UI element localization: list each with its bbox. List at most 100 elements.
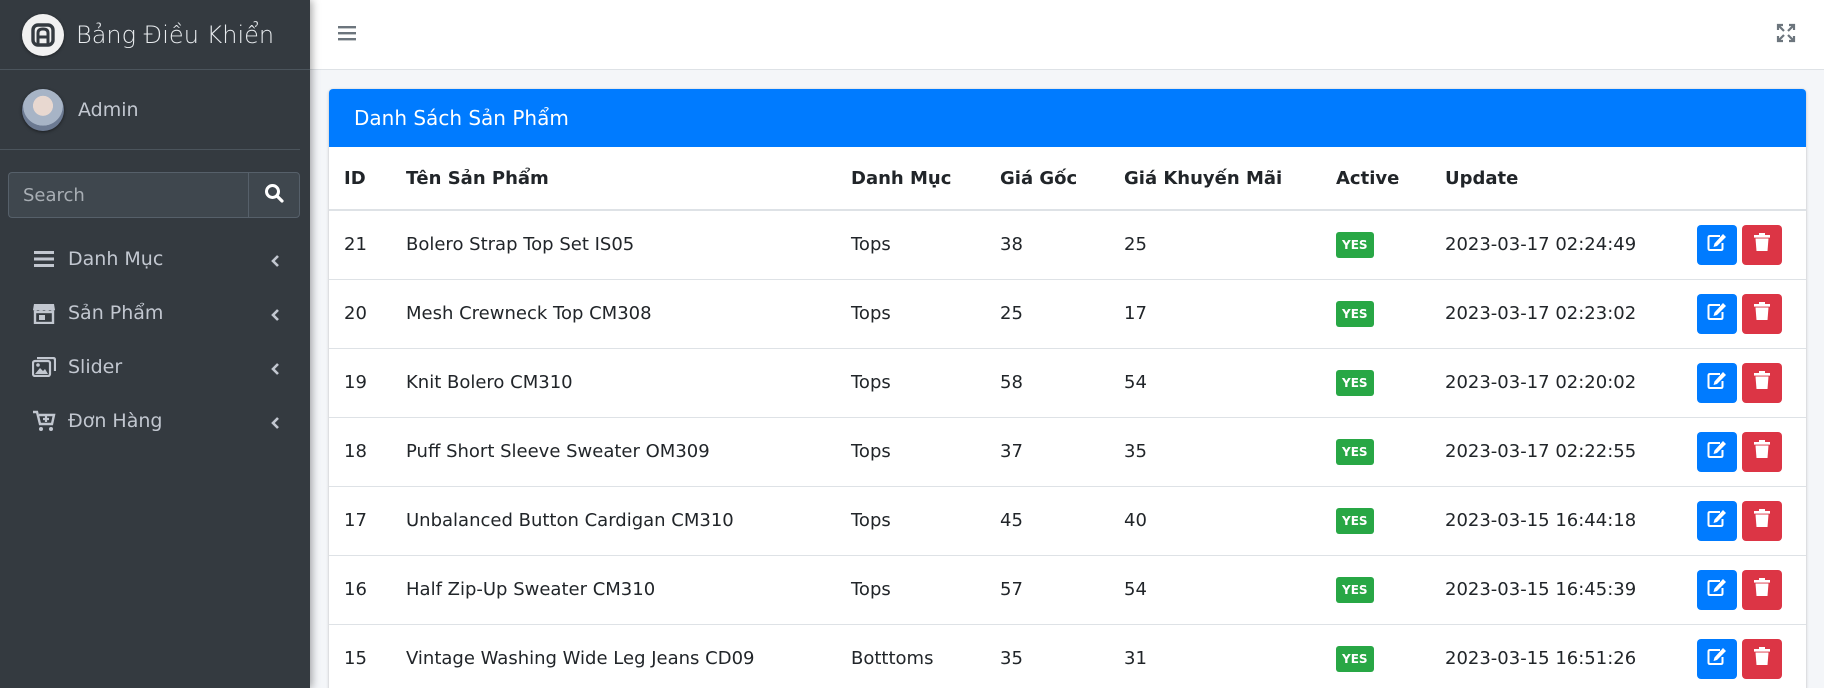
cell-updated: 2023-03-15 16:51:26: [1430, 623, 1682, 688]
delete-button[interactable]: [1742, 431, 1782, 472]
cell-active: YES: [1321, 554, 1430, 624]
status-badge: YES: [1336, 369, 1374, 396]
user-panel[interactable]: Admin: [0, 70, 300, 150]
edit-icon: [1707, 233, 1727, 256]
cell-updated: 2023-03-17 02:22:55: [1430, 416, 1682, 486]
edit-icon: [1707, 371, 1727, 394]
cell-updated: 2023-03-17 02:24:49: [1430, 209, 1682, 279]
sidebar: Bảng Điều Khiển Admin Danh Mục Sản Phẩm: [0, 0, 310, 688]
sidebar-item-label: Slider: [68, 356, 123, 378]
edit-button[interactable]: [1697, 500, 1737, 541]
cell-sale-price: 17: [1109, 278, 1321, 348]
edit-button[interactable]: [1697, 431, 1737, 472]
column-header-update: Update: [1430, 147, 1682, 211]
avatar: [22, 88, 64, 131]
cell-sale-price: 31: [1109, 623, 1321, 688]
column-header-category: Danh Mục: [836, 147, 985, 211]
search-button[interactable]: [248, 172, 300, 218]
chevron-left-icon: [270, 305, 280, 327]
chevron-left-icon: [270, 359, 280, 381]
status-badge: YES: [1336, 231, 1374, 258]
cell-active: YES: [1321, 347, 1430, 417]
brand-title: Bảng Điều Khiển: [76, 20, 275, 49]
column-header-sale-price: Giá Khuyến Mãi: [1109, 147, 1321, 211]
trash-icon: [1754, 371, 1770, 394]
edit-button[interactable]: [1697, 569, 1737, 610]
edit-button[interactable]: [1697, 293, 1737, 334]
status-badge: YES: [1336, 576, 1374, 603]
column-header-name: Tên Sản Phẩm: [391, 147, 836, 211]
brand-link[interactable]: Bảng Điều Khiển: [0, 0, 310, 70]
trash-icon: [1754, 509, 1770, 532]
cell-category: Tops: [836, 485, 985, 555]
cart-plus-icon: [32, 409, 56, 433]
cell-category: Tops: [836, 554, 985, 624]
edit-icon: [1707, 578, 1727, 601]
cell-category: Tops: [836, 278, 985, 348]
user-name[interactable]: Admin: [78, 99, 139, 121]
table-row: 18 Puff Short Sleeve Sweater OM309 Tops …: [329, 416, 1806, 486]
column-header-active: Active: [1321, 147, 1430, 211]
cell-name: Vintage Washing Wide Leg Jeans CD09: [391, 623, 836, 688]
fullscreen-icon[interactable]: [1776, 23, 1796, 47]
edit-button[interactable]: [1697, 638, 1737, 679]
products-table: ID Tên Sản Phẩm Danh Mục Giá Gốc Giá Khu…: [329, 147, 1806, 688]
edit-button[interactable]: [1697, 362, 1737, 403]
topbar: [310, 0, 1824, 70]
table-row: 17 Unbalanced Button Cardigan CM310 Tops…: [329, 485, 1806, 555]
cell-active: YES: [1321, 278, 1430, 348]
menu-toggle-icon[interactable]: [338, 25, 356, 45]
column-header-actions: [1682, 147, 1806, 211]
store-icon: [32, 301, 56, 325]
search-input[interactable]: [8, 172, 248, 218]
cell-name: Bolero Strap Top Set IS05: [391, 209, 836, 279]
cell-updated: 2023-03-17 02:23:02: [1430, 278, 1682, 348]
delete-button[interactable]: [1742, 224, 1782, 265]
cell-price: 37: [985, 416, 1109, 486]
cell-price: 25: [985, 278, 1109, 348]
sidebar-item-label: Đơn Hàng: [68, 410, 163, 432]
status-badge: YES: [1336, 300, 1374, 327]
cell-category: Tops: [836, 347, 985, 417]
cell-actions: [1682, 623, 1806, 688]
edit-button[interactable]: [1697, 224, 1737, 265]
images-icon: [32, 355, 56, 379]
status-badge: YES: [1336, 507, 1374, 534]
cell-id: 17: [329, 485, 391, 555]
delete-button[interactable]: [1742, 293, 1782, 334]
edit-icon: [1707, 440, 1727, 463]
column-header-id: ID: [329, 147, 391, 211]
sidebar-item-slider[interactable]: Slider: [0, 340, 310, 394]
sidebar-item-label: Danh Mục: [68, 248, 164, 270]
cell-actions: [1682, 347, 1806, 417]
card-title: Danh Sách Sản Phẩm: [329, 89, 1806, 147]
cell-price: 57: [985, 554, 1109, 624]
cell-name: Half Zip-Up Sweater CM310: [391, 554, 836, 624]
cell-name: Knit Bolero CM310: [391, 347, 836, 417]
cell-sale-price: 54: [1109, 554, 1321, 624]
cell-name: Puff Short Sleeve Sweater OM309: [391, 416, 836, 486]
trash-icon: [1754, 302, 1770, 325]
sidebar-item-don-hang[interactable]: Đơn Hàng: [0, 394, 310, 448]
delete-button[interactable]: [1742, 362, 1782, 403]
sidebar-item-label: Sản Phẩm: [68, 302, 164, 324]
table-row: 15 Vintage Washing Wide Leg Jeans CD09 B…: [329, 623, 1806, 688]
delete-button[interactable]: [1742, 500, 1782, 541]
status-badge: YES: [1336, 438, 1374, 465]
cell-category: Tops: [836, 209, 985, 279]
status-badge: YES: [1336, 645, 1374, 672]
delete-button[interactable]: [1742, 638, 1782, 679]
brand-logo: [22, 13, 64, 56]
trash-icon: [1754, 440, 1770, 463]
delete-button[interactable]: [1742, 569, 1782, 610]
cell-active: YES: [1321, 209, 1430, 279]
table-row: 16 Half Zip-Up Sweater CM310 Tops 57 54 …: [329, 554, 1806, 624]
edit-icon: [1707, 647, 1727, 670]
search-icon: [264, 183, 284, 207]
cell-updated: 2023-03-15 16:45:39: [1430, 554, 1682, 624]
sidebar-item-san-pham[interactable]: Sản Phẩm: [0, 286, 310, 340]
cell-actions: [1682, 554, 1806, 624]
sidebar-item-danh-muc[interactable]: Danh Mục: [0, 232, 310, 286]
trash-icon: [1754, 578, 1770, 601]
table-row: 19 Knit Bolero CM310 Tops 58 54 YES 2023…: [329, 347, 1806, 417]
